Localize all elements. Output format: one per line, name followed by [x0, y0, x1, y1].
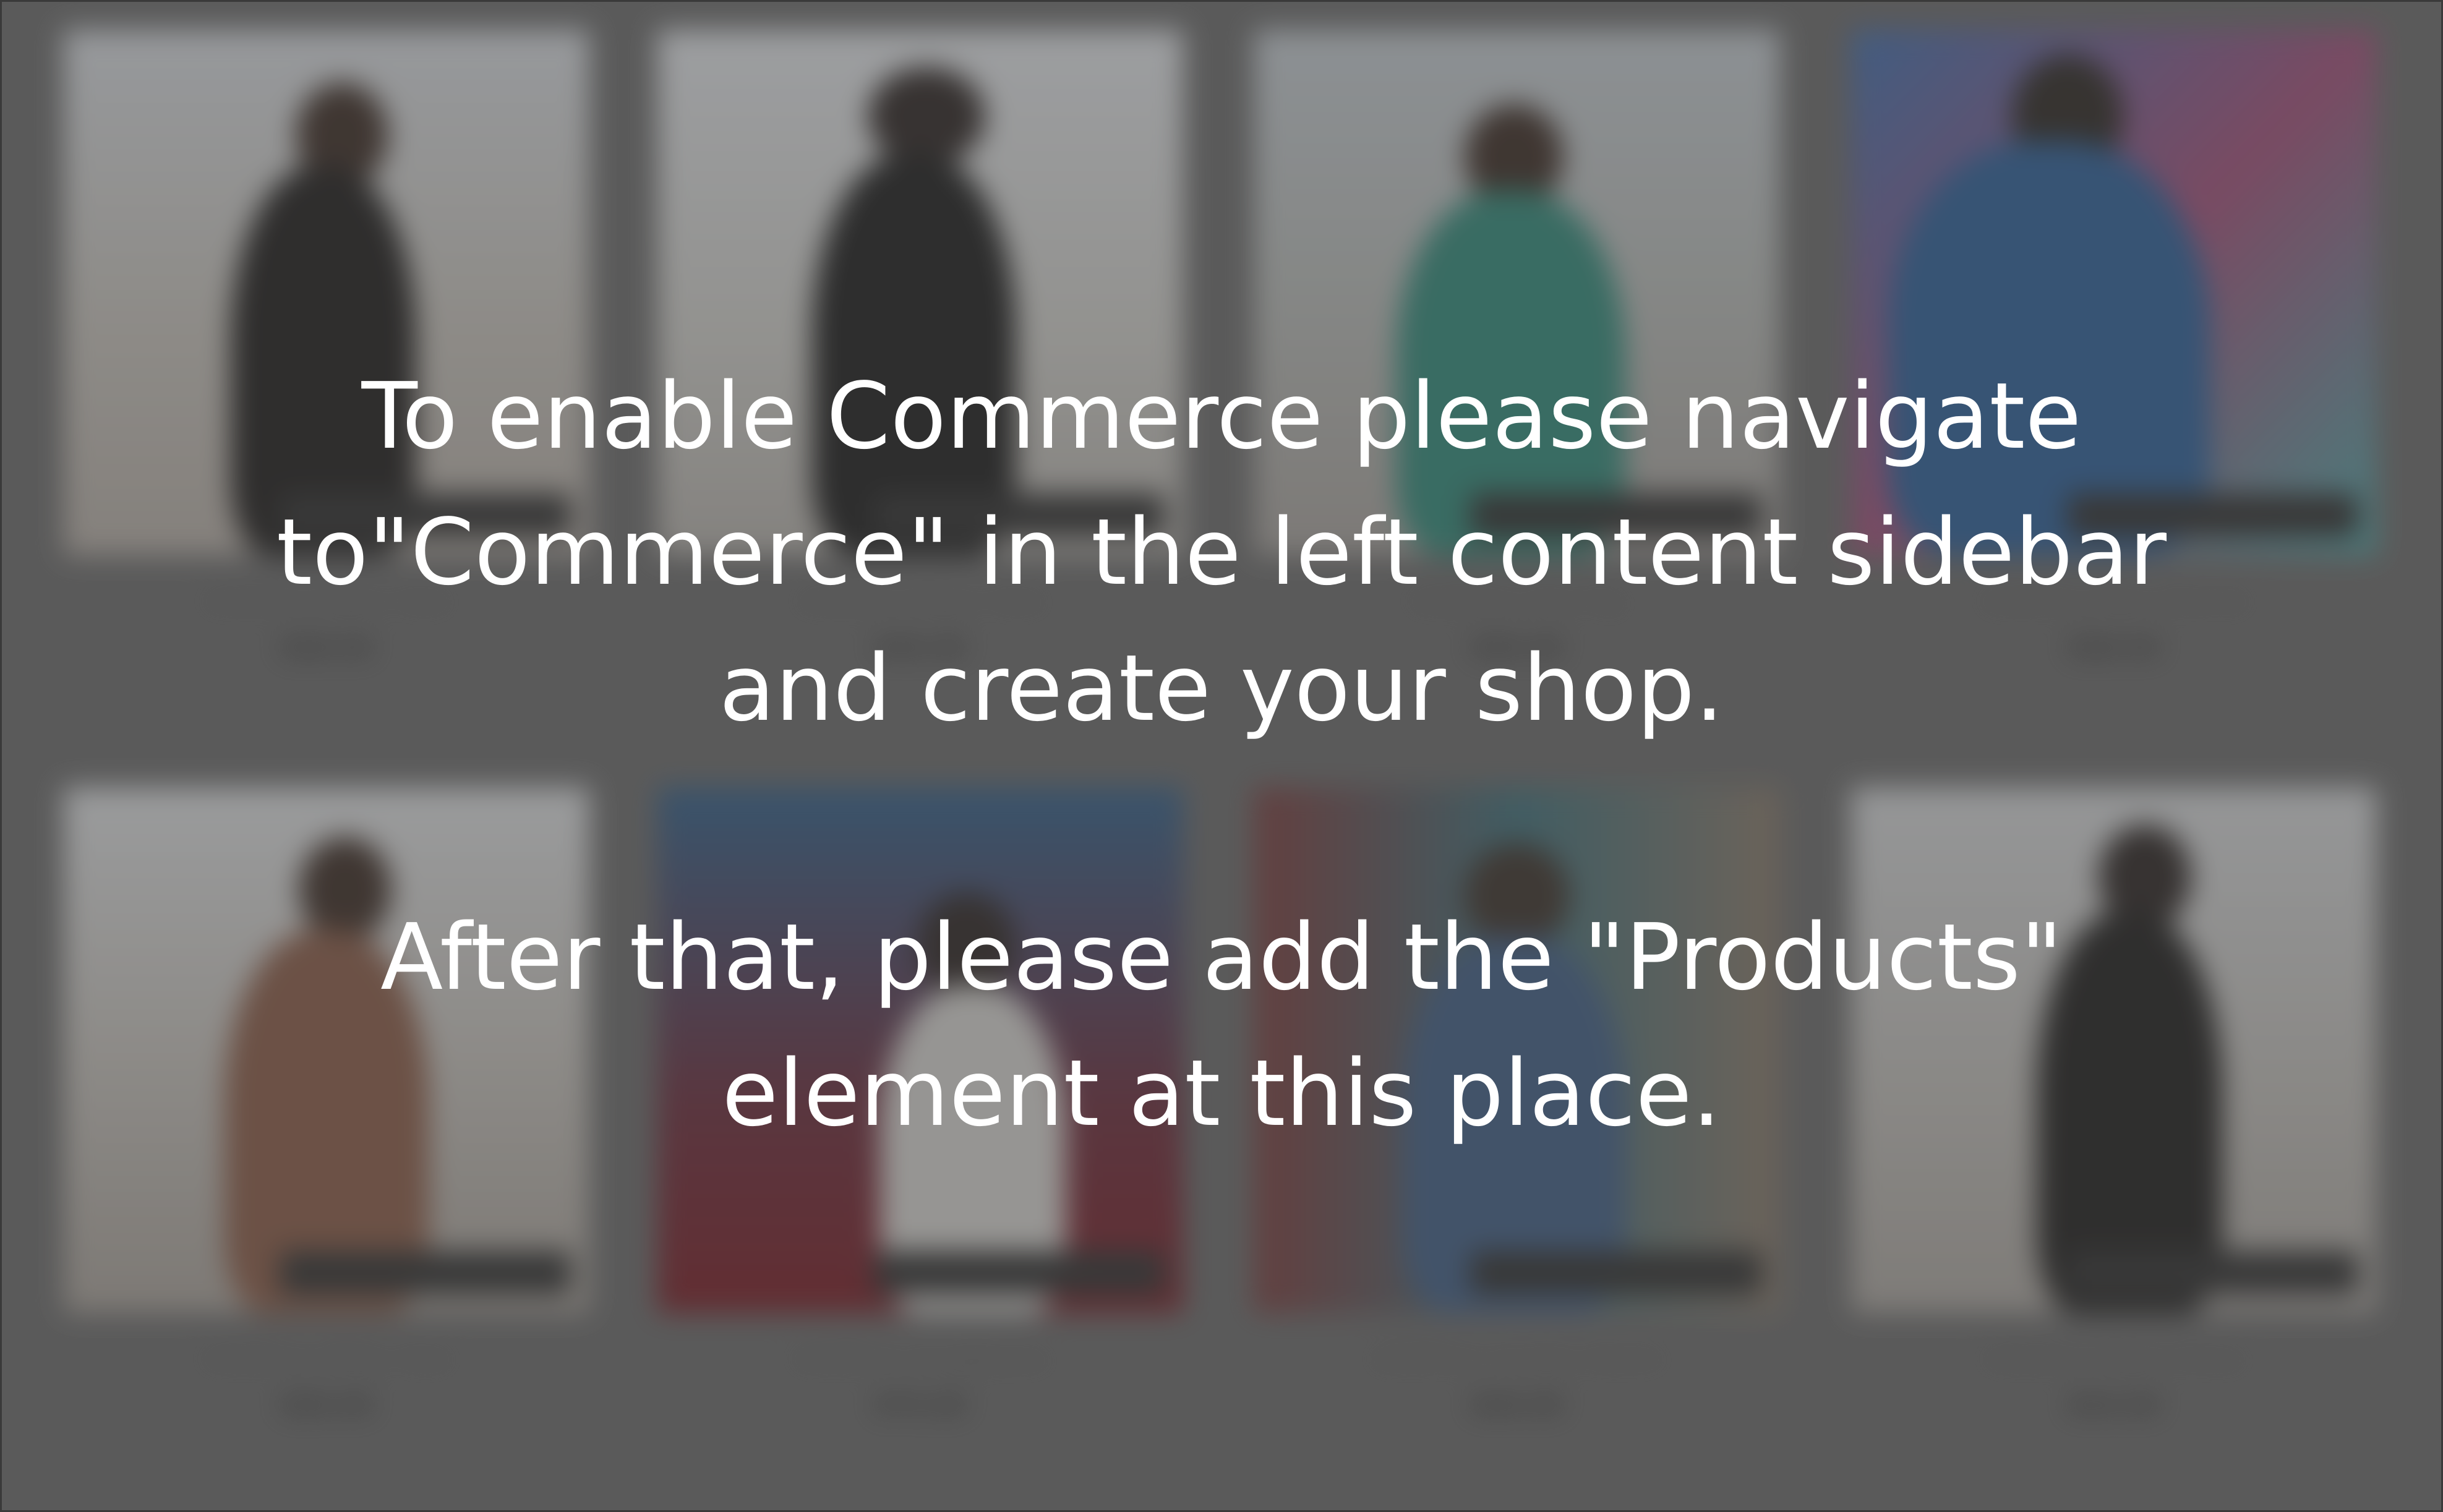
- instruction-line: element at this place.: [722, 1040, 1721, 1147]
- commerce-instructions: To enable Commerce please navigate to"Co…: [2, 348, 2441, 1161]
- instruction-line: and create your shop.: [719, 635, 1724, 741]
- instruction-line: After that, please add the "Products": [380, 904, 2063, 1010]
- commerce-placeholder: SAMPLE Black Tank $39.00 SAMPLE Black Ta…: [0, 0, 2443, 1512]
- instruction-line: to"Commerce" in the left content sidebar: [276, 499, 2167, 605]
- instruction-line: To enable Commerce please navigate: [361, 363, 2082, 469]
